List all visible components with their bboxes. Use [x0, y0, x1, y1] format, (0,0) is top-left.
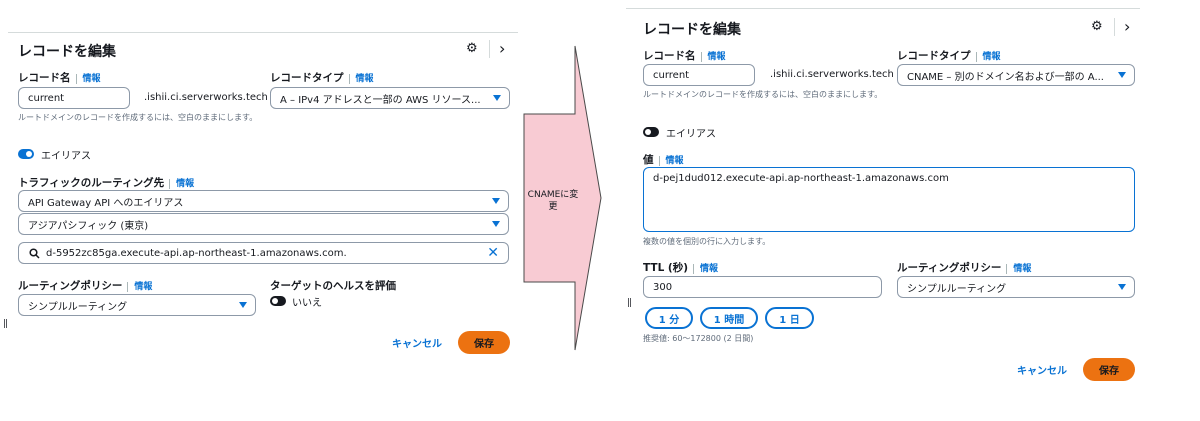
value-label: 値情報: [643, 154, 684, 166]
info-link[interactable]: 情報: [658, 156, 684, 166]
ttl-1-hour-button[interactable]: 1 時間: [700, 307, 758, 329]
clear-icon[interactable]: ✕: [487, 245, 499, 261]
record-name-label: レコード名 情報: [18, 72, 101, 84]
info-link[interactable]: 情報: [127, 282, 153, 292]
routing-policy-label: ルーティングポリシー 情報: [18, 280, 153, 292]
top-divider: [8, 32, 518, 33]
routing-policy-select[interactable]: シンプルルーティング: [897, 276, 1135, 298]
gear-icon[interactable]: ⚙: [466, 41, 478, 56]
chevron-right-icon[interactable]: ›: [499, 39, 505, 58]
routing-policy-select[interactable]: シンプルルーティング: [18, 294, 256, 316]
routing-target-label: トラフィックのルーティング先 情報: [18, 177, 195, 189]
domain-suffix: .ishii.ci.serverworks.tech: [144, 92, 268, 103]
alias-toggle[interactable]: [18, 149, 34, 159]
caret-down-icon: [1118, 284, 1126, 290]
region-select[interactable]: アジアパシフィック (東京): [18, 213, 509, 235]
endpoint-select[interactable]: API Gateway API へのエイリアス: [18, 190, 509, 212]
alias-toggle[interactable]: [643, 127, 659, 137]
routing-policy-label: ルーティングポリシー 情報: [897, 262, 1032, 274]
record-type-select[interactable]: CNAME – 別のドメイン名および一部の A...: [897, 64, 1135, 86]
record-name-hint: ルートドメインのレコードを作成するには、空白のままにします。: [643, 90, 883, 99]
endpoint-search-value: d-5952zc85ga.execute-api.ap-northeast-1.…: [46, 247, 347, 259]
record-type-value: CNAME – 別のドメイン名および一部の A...: [907, 71, 1104, 83]
alias-label: エイリアス: [41, 151, 91, 162]
value-textarea[interactable]: d-pej1dud012.execute-api.ap-northeast-1.…: [643, 167, 1135, 232]
routing-policy-value: シンプルルーティング: [907, 283, 1007, 295]
endpoint-value: API Gateway API へのエイリアス: [28, 197, 184, 209]
resize-handle-icon[interactable]: ||: [627, 298, 632, 308]
record-type-select[interactable]: A – IPv4 アドレスと一部の AWS リソース...: [270, 87, 510, 109]
resize-handle-icon[interactable]: ||: [3, 319, 8, 329]
health-toggle[interactable]: [270, 296, 286, 306]
header-divider: [489, 40, 490, 58]
info-link[interactable]: 情報: [75, 74, 101, 84]
caret-down-icon: [492, 221, 500, 227]
info-link[interactable]: 情報: [348, 74, 374, 84]
info-link[interactable]: 情報: [693, 264, 719, 274]
ttl-label: TTL (秒) 情報: [643, 262, 719, 274]
record-type-value: A – IPv4 アドレスと一部の AWS リソース...: [280, 94, 481, 106]
routing-policy-value: シンプルルーティング: [28, 301, 128, 313]
record-type-label: レコードタイプ 情報: [897, 50, 1001, 62]
chevron-right-icon[interactable]: ›: [1124, 17, 1130, 36]
cancel-button[interactable]: キャンセル: [392, 335, 442, 350]
cancel-button[interactable]: キャンセル: [1017, 362, 1067, 377]
info-link[interactable]: 情報: [700, 52, 726, 62]
search-icon: [29, 247, 40, 259]
caret-down-icon: [492, 198, 500, 204]
alias-label: エイリアス: [666, 129, 716, 140]
header-divider: [1114, 18, 1115, 36]
info-link[interactable]: 情報: [1006, 264, 1032, 274]
record-type-label: レコードタイプ 情報: [270, 72, 374, 84]
ttl-hint: 推奨値: 60〜172800 (2 日間): [643, 334, 754, 343]
info-link[interactable]: 情報: [975, 52, 1001, 62]
arrow-label: CNAMEに変更: [527, 190, 579, 212]
endpoint-search-input[interactable]: d-5952zc85ga.execute-api.ap-northeast-1.…: [18, 242, 509, 264]
ttl-input[interactable]: 300: [643, 276, 882, 298]
record-name-label: レコード名 情報: [643, 50, 726, 62]
info-link[interactable]: 情報: [169, 179, 195, 189]
region-value: アジアパシフィック (東京): [28, 220, 149, 232]
record-name-input[interactable]: current: [18, 87, 130, 109]
caret-down-icon: [1118, 72, 1126, 78]
health-toggle-label: いいえ: [292, 298, 322, 309]
page-title: レコードを編集: [18, 44, 116, 60]
health-label: ターゲットのヘルスを評価: [270, 280, 396, 292]
record-name-hint: ルートドメインのレコードを作成するには、空白のままにします。: [18, 113, 258, 122]
page-title: レコードを編集: [643, 22, 741, 38]
ttl-1-minute-button[interactable]: 1 分: [645, 307, 693, 329]
record-name-input[interactable]: current: [643, 64, 755, 86]
domain-suffix: .ishii.ci.serverworks.tech: [770, 69, 894, 80]
caret-down-icon: [493, 95, 501, 101]
value-hint: 複数の値を個別の行に入力します。: [643, 237, 771, 246]
save-button[interactable]: 保存: [1083, 358, 1135, 381]
ttl-1-day-button[interactable]: 1 日: [765, 307, 814, 329]
top-divider: [626, 8, 1140, 9]
save-button[interactable]: 保存: [458, 331, 510, 354]
caret-down-icon: [239, 302, 247, 308]
gear-icon[interactable]: ⚙: [1091, 19, 1103, 34]
